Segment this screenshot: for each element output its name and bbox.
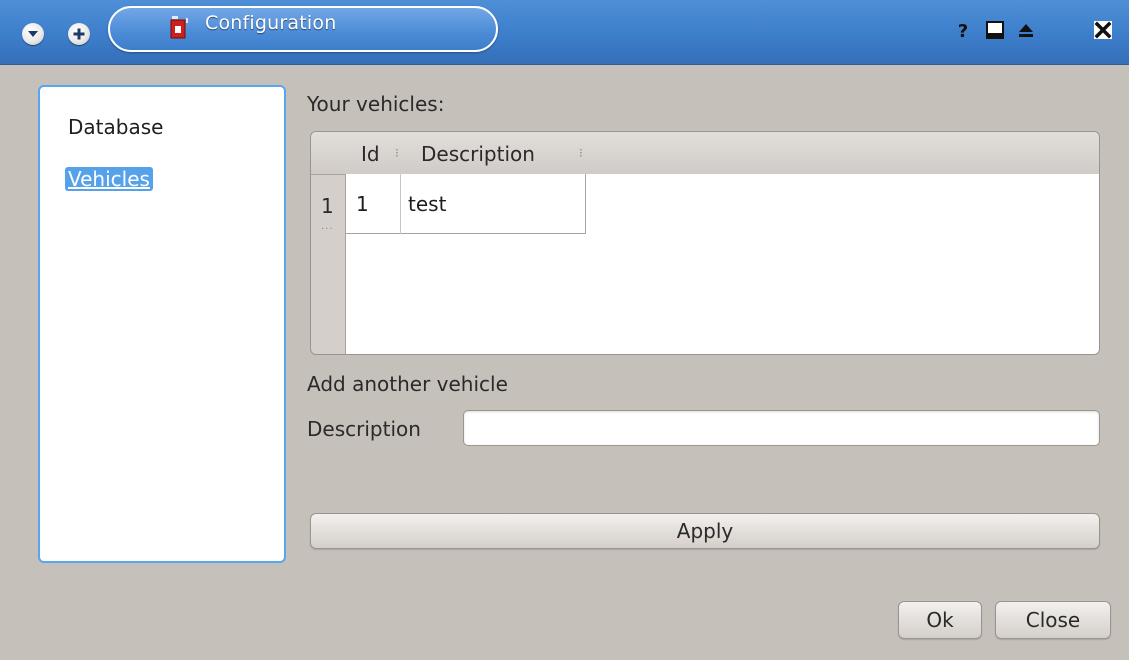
configuration-window: Configuration ? Database Vehicles Your v… (0, 0, 1129, 660)
app-icon (170, 16, 188, 39)
chevron-down-icon (28, 31, 38, 37)
close-button[interactable]: Close (995, 601, 1111, 639)
new-window-button[interactable] (68, 23, 90, 45)
column-header-id[interactable]: Id (361, 142, 380, 166)
window-menu-button[interactable] (22, 23, 44, 45)
cell-id[interactable]: 1 (356, 192, 369, 216)
maximize-button[interactable] (1016, 20, 1036, 40)
window-title: Configuration (205, 12, 337, 34)
ok-button[interactable]: Ok (898, 601, 982, 639)
category-list: Database Vehicles (38, 85, 286, 563)
column-resize-handle[interactable]: ⁝ (395, 146, 399, 160)
cell-divider (400, 174, 401, 234)
description-label: Description (307, 417, 421, 441)
column-resize-handle[interactable]: ⁝ (579, 146, 583, 160)
close-icon (1094, 21, 1112, 39)
plus-icon (73, 28, 85, 40)
add-vehicle-heading: Add another vehicle (307, 372, 508, 396)
help-icon: ? (958, 21, 968, 40)
cell-description[interactable]: test (408, 192, 446, 216)
help-button[interactable]: ? (953, 20, 973, 40)
row-header[interactable]: 1 (321, 194, 334, 218)
svg-text:?: ? (958, 21, 968, 40)
vehicles-table[interactable]: Id ⁝ Description ⁝ 1 ··· 1 test (310, 131, 1100, 355)
description-input[interactable] (463, 410, 1100, 446)
table-body: 1 test (345, 174, 1099, 354)
category-item-database[interactable]: Database (68, 115, 163, 139)
close-window-button[interactable] (1093, 20, 1113, 40)
vehicles-heading: Your vehicles: (307, 92, 445, 116)
maximize-icon (1019, 24, 1033, 37)
table-header: Id ⁝ Description ⁝ (311, 132, 1099, 175)
row-resize-handle[interactable]: ··· (321, 224, 334, 235)
minimize-icon (986, 21, 1004, 39)
minimize-button[interactable] (985, 20, 1005, 40)
column-header-description[interactable]: Description (421, 142, 535, 166)
title-bar[interactable]: Configuration ? (0, 0, 1129, 65)
category-item-vehicles[interactable]: Vehicles (65, 167, 153, 191)
row-cells (346, 174, 586, 234)
apply-button[interactable]: Apply (310, 513, 1100, 549)
